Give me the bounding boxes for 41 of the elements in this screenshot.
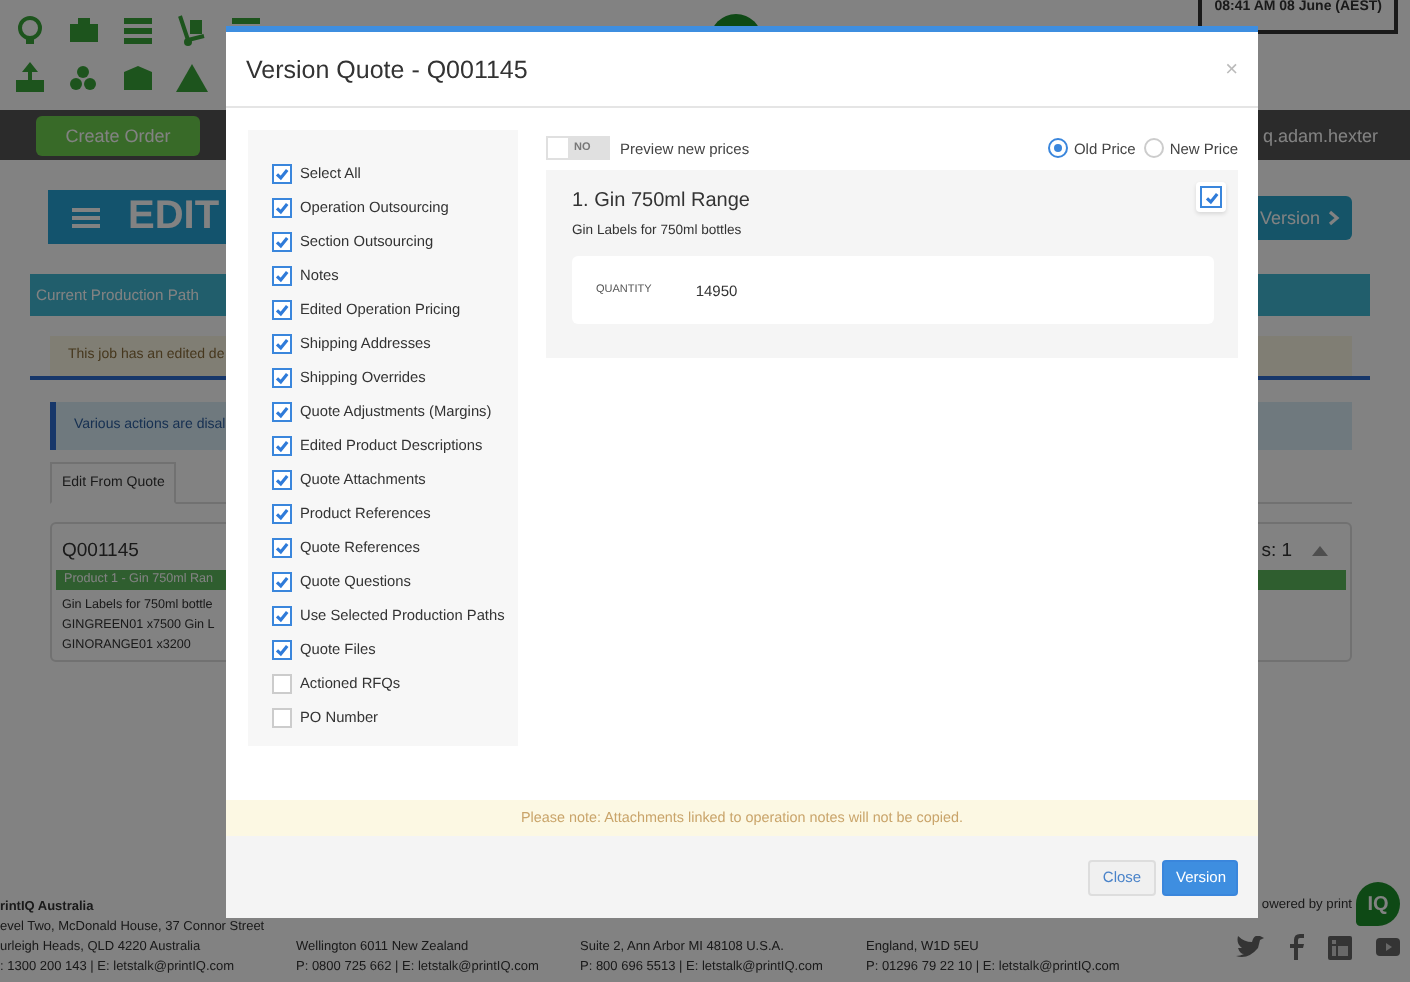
checkbox[interactable]: [272, 571, 292, 591]
modal-title: Version Quote - Q001145: [246, 55, 528, 83]
linkedin-icon[interactable]: [1328, 935, 1352, 959]
checkbox[interactable]: [272, 265, 292, 285]
checkbox[interactable]: [272, 435, 292, 455]
chevron-icon: [1328, 209, 1340, 225]
user-name[interactable]: q.adam.hexter: [1262, 125, 1378, 145]
checkbox[interactable]: [272, 673, 292, 693]
product-count: s: 1: [1261, 539, 1292, 561]
checkbox[interactable]: [1200, 186, 1222, 208]
caret-icon[interactable]: [1312, 545, 1328, 555]
quote-number: Q001145: [62, 539, 139, 561]
lightbulb-icon[interactable]: [12, 12, 48, 48]
facebook-icon[interactable]: [1288, 934, 1304, 960]
package-icon[interactable]: [66, 12, 102, 48]
upload-icon[interactable]: [12, 60, 48, 96]
checkbox[interactable]: [272, 401, 292, 421]
rolls-icon[interactable]: [66, 60, 102, 96]
checkbox[interactable]: [272, 537, 292, 557]
checkbox[interactable]: [272, 197, 292, 217]
checkbox[interactable]: [272, 231, 292, 251]
page-title: EDIT: [128, 194, 220, 240]
box-icon[interactable]: [120, 60, 156, 96]
checkbox[interactable]: [272, 299, 292, 319]
menu-icon[interactable]: [72, 205, 100, 229]
checkbox[interactable]: [272, 605, 292, 625]
checkbox[interactable]: [272, 639, 292, 659]
radio-button[interactable]: [1143, 138, 1164, 158]
checkbox[interactable]: [272, 367, 292, 387]
checkbox[interactable]: [272, 707, 292, 727]
product-title: 1. Gin 750ml Range: [572, 190, 750, 212]
checkbox[interactable]: [272, 503, 292, 523]
radio-button[interactable]: [1047, 138, 1068, 158]
hand-truck-icon[interactable]: [174, 12, 210, 48]
twitter-icon[interactable]: [1236, 935, 1264, 959]
tent-icon[interactable]: [174, 60, 210, 96]
youtube-icon[interactable]: [1376, 938, 1400, 956]
checkbox[interactable]: [272, 469, 292, 489]
stack-icon[interactable]: [120, 12, 156, 48]
checkbox[interactable]: [272, 333, 292, 353]
checkbox[interactable]: [272, 163, 292, 183]
